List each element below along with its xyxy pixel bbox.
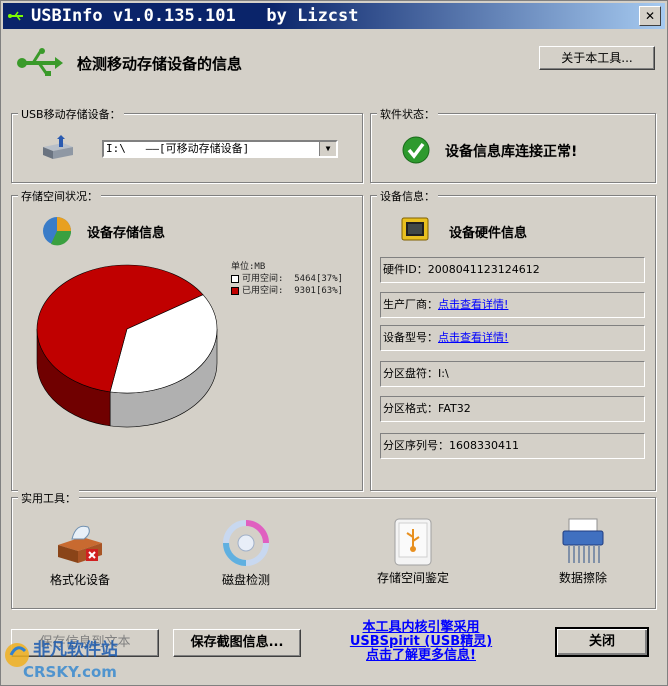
- usbspirit-link[interactable]: 本工具内核引擎采用 USBSpirit (USB精灵) 点击了解更多信息!: [331, 621, 511, 663]
- site-watermark-logo: 非凡软件站 CRSKY.com: [5, 639, 118, 681]
- data-erase-label: 数据擦除: [558, 571, 607, 585]
- status-text: 设备信息库连接正常!: [445, 144, 578, 160]
- usb-device-select-value: I:\ ——[可移动存储设备]: [106, 142, 250, 155]
- info-label: 生产厂商：: [383, 298, 438, 311]
- app-window: USBInfo v1.0.135.101 by Lizcst ✕ 检测移动存储设…: [0, 0, 668, 686]
- data-erase-tool[interactable]: 数据擦除: [528, 517, 638, 586]
- format-device-label: 格式化设备: [49, 573, 110, 587]
- info-label: 分区序列号：: [383, 439, 449, 452]
- close-button[interactable]: 关闭: [555, 627, 649, 657]
- format-device-tool[interactable]: 格式化设备: [25, 519, 135, 588]
- format-icon: [58, 525, 102, 563]
- save-screenshot-button[interactable]: 保存截图信息...: [173, 629, 301, 657]
- info-value: 1608330411: [449, 439, 519, 452]
- tools-group-label: 实用工具：: [18, 490, 79, 506]
- legend-free-swatch: [231, 274, 239, 283]
- legend-used-value: 9301[63%]: [294, 286, 344, 296]
- legend-used-swatch: [231, 286, 239, 295]
- info-row-serial: 分区序列号：1608330411: [380, 433, 645, 459]
- info-row-drive-letter: 分区盘符：I:\: [380, 361, 645, 387]
- legend-free-value: 5464[37%]: [294, 274, 344, 284]
- info-label: 设备型号：: [383, 331, 438, 344]
- pie-chart-icon: [43, 217, 72, 246]
- usbspirit-link-line2[interactable]: USBSpirit (USB精灵): [331, 635, 511, 649]
- hardware-title: 设备硬件信息: [449, 226, 528, 241]
- info-row-format: 分区格式：FAT32: [380, 396, 645, 422]
- space-verify-label: 存储空间鉴定: [376, 571, 449, 585]
- usb-device-select[interactable]: I:\ ——[可移动存储设备] ▼: [102, 140, 338, 158]
- info-value: I:\: [438, 367, 449, 380]
- storage-group-label: 存储空间状况：: [18, 188, 101, 204]
- usb-logo-icon: [17, 48, 63, 76]
- legend-free: 可用空间: 5464[37%]: [231, 273, 343, 285]
- disk-check-label: 磁盘检测: [221, 573, 270, 587]
- legend-used-label: 已用空间:: [242, 286, 284, 296]
- info-label: 分区盘符：: [383, 367, 438, 380]
- disk-check-tool[interactable]: 磁盘检测: [191, 519, 301, 588]
- chip-icon: [401, 217, 429, 241]
- space-verify-tool[interactable]: 存储空间鉴定: [358, 517, 468, 586]
- info-label: 分区格式：: [383, 402, 438, 415]
- usbspirit-link-line3[interactable]: 点击了解更多信息!: [331, 649, 511, 663]
- storage-pie-chart: [36, 264, 218, 428]
- shredder-icon: [562, 518, 604, 563]
- title-bar[interactable]: USBInfo v1.0.135.101 by Lizcst ✕: [3, 3, 665, 29]
- legend-used: 已用空间: 9301[63%]: [231, 285, 343, 297]
- usb-icon: [8, 11, 23, 21]
- chevron-down-icon[interactable]: ▼: [319, 142, 336, 156]
- manufacturer-details-link[interactable]: 点击查看详情!: [438, 298, 508, 311]
- disk-check-icon: [223, 520, 269, 566]
- info-value: FAT32: [438, 402, 471, 415]
- storage-title: 设备存储信息: [87, 226, 166, 241]
- page-title: 检测移动存储设备的信息: [77, 55, 243, 73]
- svg-text:CRSKY.com: CRSKY.com: [23, 663, 117, 681]
- usbspirit-link-line1[interactable]: 本工具内核引擎采用: [331, 621, 511, 635]
- legend-unit: 单位:MB: [231, 262, 266, 272]
- info-value: 2008041123124612: [427, 263, 540, 276]
- info-row-model: 设备型号：点击查看详情!: [380, 325, 645, 351]
- model-details-link[interactable]: 点击查看详情!: [438, 331, 508, 344]
- storage-legend: 单位:MB 可用空间: 5464[37%] 已用空间: 9301[63%]: [231, 261, 343, 297]
- info-row-hardware-id: 硬件ID：2008041123124612: [380, 257, 645, 283]
- info-row-manufacturer: 生产厂商：点击查看详情!: [380, 292, 645, 318]
- legend-free-label: 可用空间:: [242, 274, 284, 284]
- info-label: 硬件ID：: [383, 263, 428, 276]
- svg-text:非凡软件站: 非凡软件站: [33, 639, 118, 660]
- about-button[interactable]: 关于本工具...: [539, 46, 655, 70]
- removable-drive-icon: [43, 135, 73, 159]
- title-close-button[interactable]: ✕: [639, 6, 661, 26]
- usb-drive-icon: [394, 518, 432, 566]
- window-title: USBInfo v1.0.135.101 by Lizcst: [31, 6, 359, 26]
- software-status-group-label: 软件状态：: [377, 106, 438, 122]
- hardware-group-label: 设备信息：: [377, 188, 438, 204]
- usb-device-group-label: USB移动存储设备：: [18, 106, 124, 122]
- check-icon: [402, 136, 430, 164]
